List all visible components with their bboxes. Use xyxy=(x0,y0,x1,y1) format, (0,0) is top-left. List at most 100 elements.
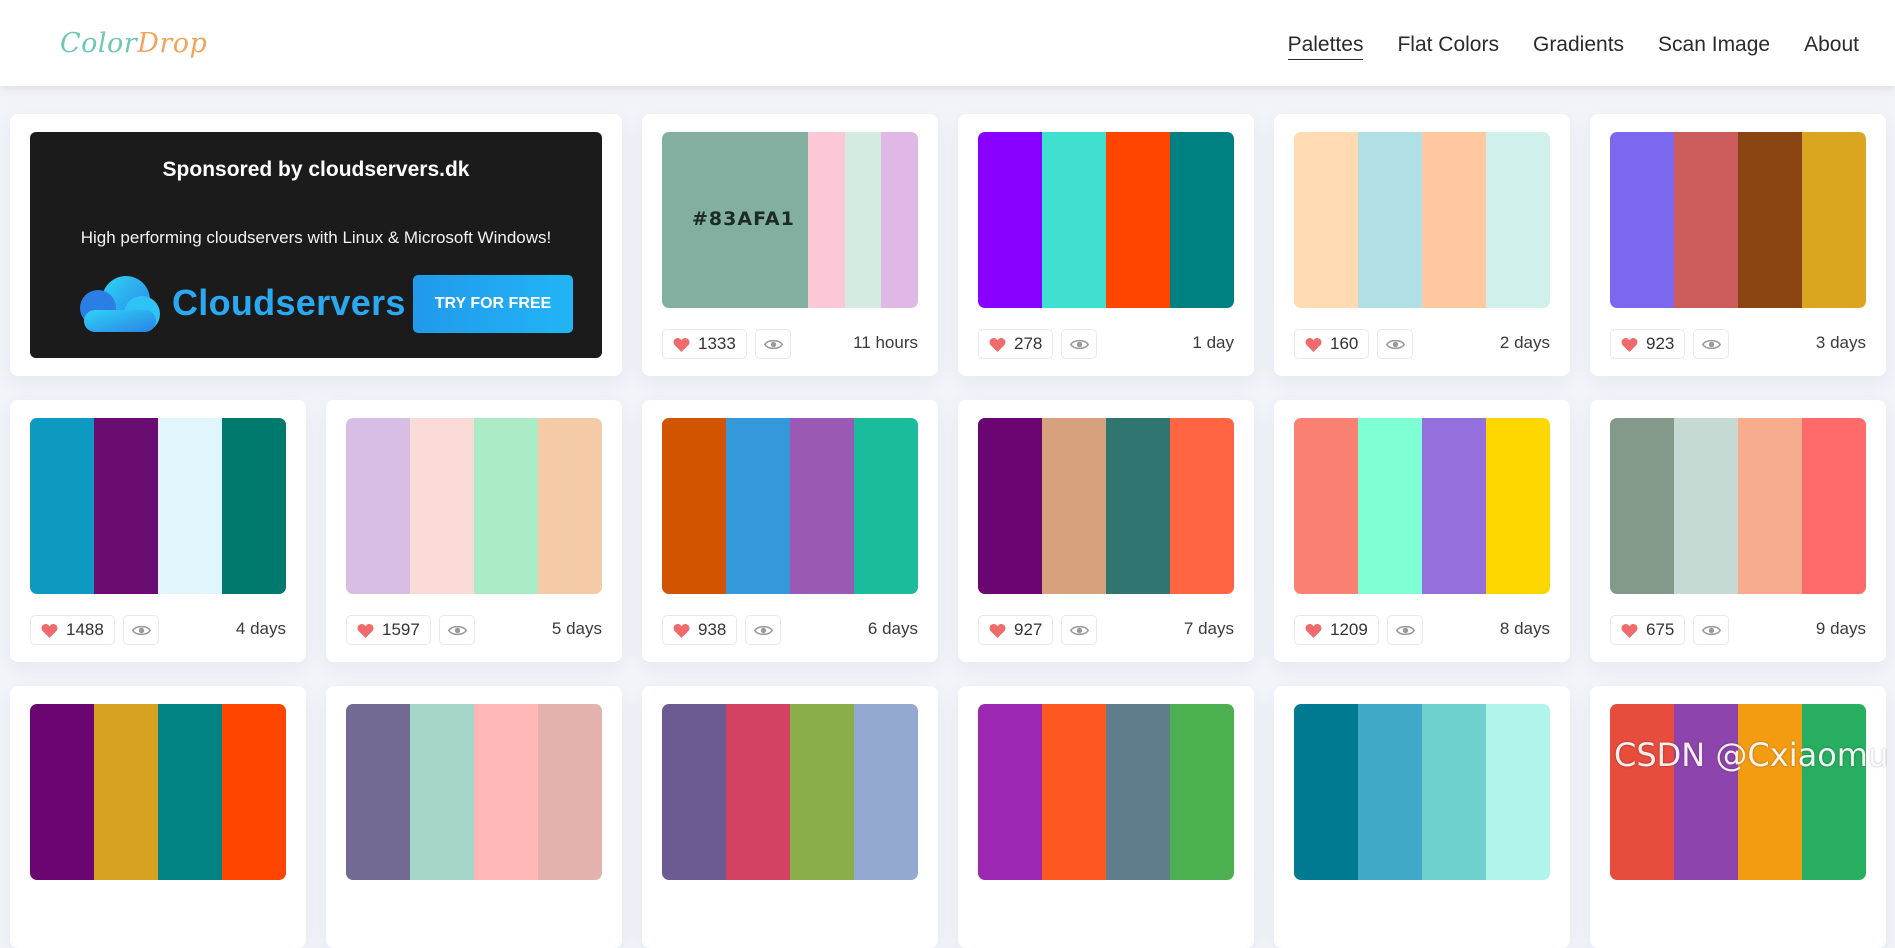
view-button[interactable] xyxy=(439,615,475,645)
color-swatch[interactable] xyxy=(1294,418,1358,594)
color-swatch[interactable] xyxy=(538,704,602,880)
color-swatch[interactable] xyxy=(1738,418,1802,594)
nav-palettes[interactable]: Palettes xyxy=(1287,33,1364,60)
color-swatch[interactable] xyxy=(1358,132,1422,308)
color-swatch[interactable] xyxy=(30,418,94,594)
palette-card[interactable] xyxy=(326,686,622,948)
color-swatch[interactable] xyxy=(978,418,1042,594)
site-logo[interactable]: ColorDrop xyxy=(60,28,207,59)
like-button[interactable]: 1209 xyxy=(1294,615,1379,645)
color-swatch[interactable] xyxy=(1106,132,1170,308)
color-swatch[interactable] xyxy=(1674,418,1738,594)
color-swatch[interactable] xyxy=(1042,132,1106,308)
color-swatch[interactable] xyxy=(158,418,222,594)
color-swatch[interactable] xyxy=(1106,704,1170,880)
color-swatch[interactable] xyxy=(346,704,410,880)
color-swatch[interactable] xyxy=(1802,418,1866,594)
color-swatch[interactable] xyxy=(978,132,1042,308)
color-swatch[interactable] xyxy=(1738,132,1802,308)
like-button[interactable]: 278 xyxy=(978,329,1054,359)
color-swatch[interactable] xyxy=(94,418,158,594)
color-swatch[interactable] xyxy=(662,418,726,594)
nav-about[interactable]: About xyxy=(1804,33,1859,60)
color-swatch[interactable] xyxy=(978,704,1042,880)
color-swatch[interactable] xyxy=(222,704,286,880)
view-button[interactable] xyxy=(1061,329,1097,359)
color-swatch[interactable] xyxy=(1674,132,1738,308)
color-swatch[interactable] xyxy=(854,704,918,880)
color-swatch[interactable] xyxy=(1486,418,1550,594)
color-swatch[interactable] xyxy=(1042,418,1106,594)
nav-gradients[interactable]: Gradients xyxy=(1533,33,1624,60)
palette-card[interactable]: 1488 4 days xyxy=(10,400,306,662)
color-swatch[interactable] xyxy=(662,704,726,880)
nav-scan-image[interactable]: Scan Image xyxy=(1658,33,1770,60)
color-swatch[interactable] xyxy=(881,132,918,308)
color-swatch[interactable] xyxy=(1610,418,1674,594)
color-swatch[interactable] xyxy=(1106,418,1170,594)
palette-card[interactable] xyxy=(642,686,938,948)
view-button[interactable] xyxy=(1693,329,1729,359)
color-swatch[interactable] xyxy=(1610,704,1674,880)
color-swatch[interactable] xyxy=(1802,132,1866,308)
color-swatch[interactable] xyxy=(1802,704,1866,880)
palette-card[interactable]: 160 2 days xyxy=(1274,114,1570,376)
palette-card[interactable]: 278 1 day xyxy=(958,114,1254,376)
color-swatch[interactable] xyxy=(726,704,790,880)
view-button[interactable] xyxy=(1377,329,1413,359)
color-swatch[interactable] xyxy=(474,704,538,880)
sponsor-banner[interactable]: Sponsored by cloudservers.dk High perfor… xyxy=(30,132,602,358)
color-swatch[interactable] xyxy=(1422,418,1486,594)
color-swatch[interactable] xyxy=(1170,132,1234,308)
view-button[interactable] xyxy=(1693,615,1729,645)
view-button[interactable] xyxy=(123,615,159,645)
color-swatch[interactable] xyxy=(726,418,790,594)
color-swatch[interactable] xyxy=(1042,704,1106,880)
color-swatch[interactable] xyxy=(1610,132,1674,308)
color-swatch[interactable] xyxy=(538,418,602,594)
palette-card[interactable]: 675 9 days xyxy=(1590,400,1886,662)
view-button[interactable] xyxy=(755,329,791,359)
color-swatch[interactable] xyxy=(1294,704,1358,880)
color-swatch[interactable] xyxy=(474,418,538,594)
color-swatch[interactable] xyxy=(1294,132,1358,308)
palette-card[interactable]: 927 7 days xyxy=(958,400,1254,662)
palette-card[interactable]: 1597 5 days xyxy=(326,400,622,662)
view-button[interactable] xyxy=(1061,615,1097,645)
color-swatch[interactable] xyxy=(790,418,854,594)
view-button[interactable] xyxy=(1387,615,1423,645)
try-for-free-button[interactable]: TRY FOR FREE xyxy=(413,275,573,333)
color-swatch[interactable] xyxy=(410,418,474,594)
color-swatch[interactable] xyxy=(94,704,158,880)
color-swatch[interactable] xyxy=(844,132,882,308)
color-swatch[interactable] xyxy=(158,704,222,880)
like-button[interactable]: 1597 xyxy=(346,615,431,645)
color-swatch[interactable] xyxy=(1674,704,1738,880)
color-swatch[interactable]: #83AFA1 xyxy=(662,132,808,308)
color-swatch[interactable] xyxy=(1170,418,1234,594)
like-button[interactable]: 923 xyxy=(1610,329,1686,359)
palette-card[interactable] xyxy=(1274,686,1570,948)
like-button[interactable]: 927 xyxy=(978,615,1054,645)
view-button[interactable] xyxy=(745,615,781,645)
like-button[interactable]: 1488 xyxy=(30,615,115,645)
color-swatch[interactable] xyxy=(346,418,410,594)
color-swatch[interactable] xyxy=(790,704,854,880)
palette-card[interactable]: 938 6 days xyxy=(642,400,938,662)
color-swatch[interactable] xyxy=(1358,704,1422,880)
color-swatch[interactable] xyxy=(1422,704,1486,880)
palette-card[interactable]: #83AFA1 1333 11 hours xyxy=(642,114,938,376)
palette-card[interactable] xyxy=(1590,686,1886,948)
nav-flat-colors[interactable]: Flat Colors xyxy=(1397,33,1499,60)
color-swatch[interactable] xyxy=(808,132,845,308)
color-swatch[interactable] xyxy=(1486,132,1550,308)
color-swatch[interactable] xyxy=(1422,132,1486,308)
color-swatch[interactable] xyxy=(222,418,286,594)
like-button[interactable]: 938 xyxy=(662,615,738,645)
palette-card[interactable] xyxy=(958,686,1254,948)
color-swatch[interactable] xyxy=(410,704,474,880)
palette-card[interactable]: 923 3 days xyxy=(1590,114,1886,376)
color-swatch[interactable] xyxy=(1170,704,1234,880)
like-button[interactable]: 160 xyxy=(1294,329,1370,359)
color-swatch[interactable] xyxy=(1358,418,1422,594)
